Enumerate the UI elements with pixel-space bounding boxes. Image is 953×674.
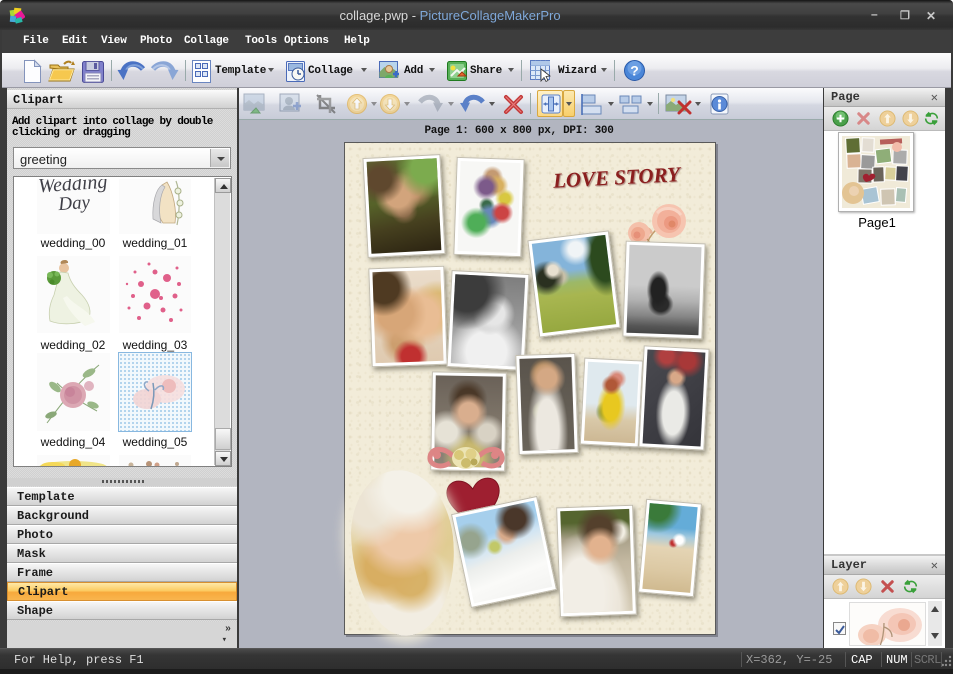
- svg-text:?: ?: [630, 63, 639, 79]
